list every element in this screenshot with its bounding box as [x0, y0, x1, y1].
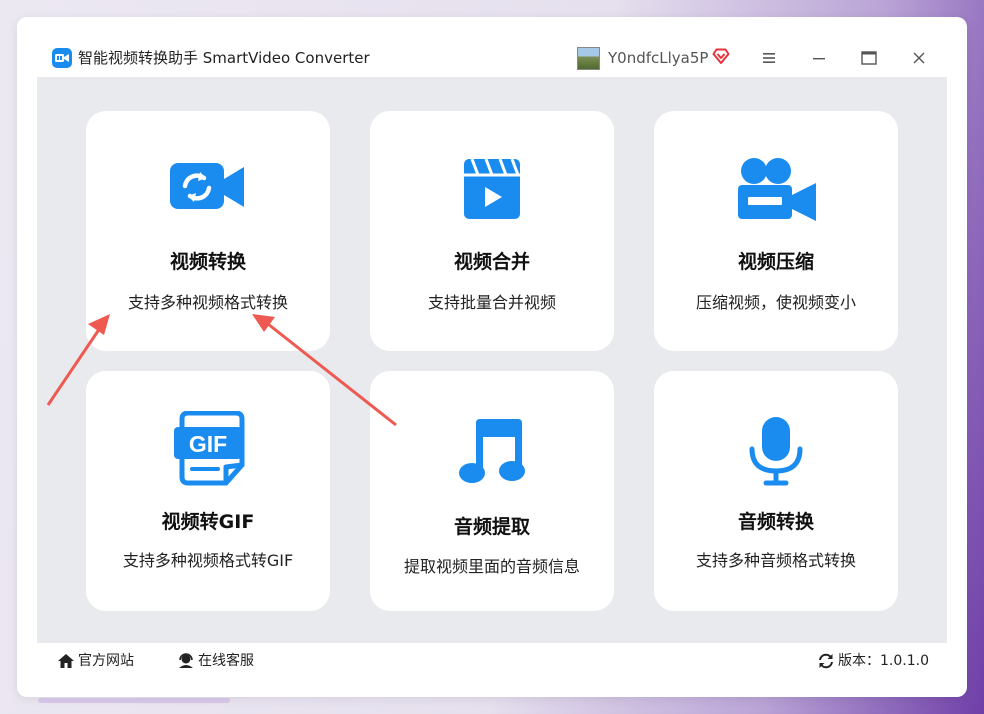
gif-icon: GIF: [168, 410, 248, 491]
app-title: 智能视频转换助手 SmartVideo Converter: [78, 49, 370, 67]
card-video-convert[interactable]: 视频转换 支持多种视频格式转换: [86, 111, 330, 351]
card-desc: 支持多种视频格式转GIF: [122, 551, 294, 570]
close-icon: [913, 52, 925, 64]
online-service-link[interactable]: 在线客服: [177, 651, 254, 671]
card-desc: 压缩视频，使视频变小: [695, 293, 856, 312]
gif-label: GIF: [189, 431, 227, 457]
minimize-button[interactable]: [804, 44, 834, 72]
card-title: 音频提取: [453, 516, 530, 538]
card-video-to-gif[interactable]: GIF 视频转GIF 支持多种视频格式转GIF: [86, 371, 330, 611]
card-title: 视频压缩: [737, 251, 814, 273]
card-title: 视频转换: [169, 251, 246, 273]
website-label: 官方网站: [78, 653, 134, 669]
card-desc: 支持多种视频格式转换: [127, 293, 288, 312]
card-desc: 支持多种音频格式转换: [695, 551, 856, 570]
maximize-button[interactable]: [854, 44, 884, 72]
menu-button[interactable]: [754, 44, 784, 72]
version-label: 版本：1.0.1.0: [838, 653, 929, 669]
app-window: 智能视频转换助手 SmartVideo Converter Y0ndfcLlya…: [17, 17, 967, 697]
microphone-icon: [736, 415, 816, 487]
card-title: 视频转GIF: [161, 511, 255, 533]
home-icon: [58, 654, 74, 668]
minimize-icon: [813, 58, 825, 60]
video-convert-icon: [168, 155, 248, 225]
version-check[interactable]: 版本：1.0.1.0: [817, 651, 929, 671]
card-audio-extract[interactable]: 音频提取 提取视频里面的音频信息: [370, 371, 614, 611]
title-bar: 智能视频转换助手 SmartVideo Converter Y0ndfcLlya…: [17, 17, 967, 77]
card-video-merge[interactable]: 视频合并 支持批量合并视频: [370, 111, 614, 351]
close-button[interactable]: [904, 44, 934, 72]
vip-diamond-icon[interactable]: [712, 47, 730, 65]
refresh-icon: [819, 653, 833, 669]
hamburger-icon: [763, 53, 775, 63]
feature-grid: 视频转换 支持多种视频格式转换 视频合并 支持批量合并视频 视频压缩 压缩视频，…: [37, 77, 947, 643]
maximize-icon: [861, 51, 877, 65]
card-video-compress[interactable]: 视频压缩 压缩视频，使视频变小: [654, 111, 898, 351]
status-bar: 官方网站 在线客服 版本：1.0.1.0: [37, 643, 947, 677]
taskbar-shadow: [38, 698, 230, 703]
card-title: 视频合并: [453, 251, 530, 273]
service-label: 在线客服: [198, 653, 254, 669]
official-website-link[interactable]: 官方网站: [57, 651, 134, 671]
card-desc: 提取视频里面的音频信息: [403, 557, 580, 576]
card-title: 音频转换: [737, 511, 814, 533]
card-audio-convert[interactable]: 音频转换 支持多种音频格式转换: [654, 371, 898, 611]
user-name[interactable]: Y0ndfcLlya5P: [608, 48, 708, 68]
avatar[interactable]: [577, 47, 600, 70]
card-desc: 支持批量合并视频: [427, 293, 556, 312]
music-note-icon: [452, 415, 532, 487]
app-logo-icon: [52, 48, 72, 68]
video-compress-icon: [736, 155, 816, 225]
headset-icon: [179, 653, 193, 668]
video-merge-icon: [452, 155, 532, 225]
